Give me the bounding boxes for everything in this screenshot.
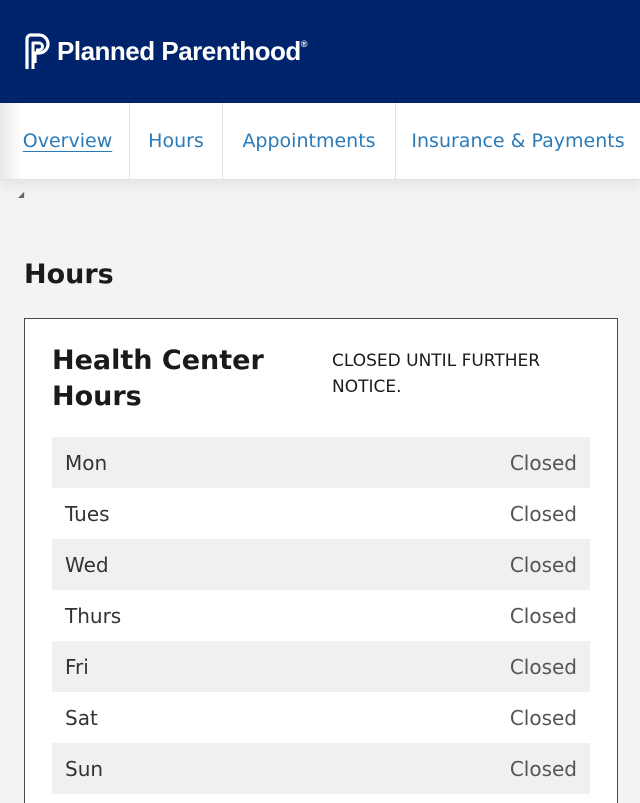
hours-card-header: Health Center Hours CLOSED UNTIL FURTHER… [52,343,590,437]
main-content: Hours Health Center Hours CLOSED UNTIL F… [0,259,640,803]
brand-logo[interactable]: Planned Parenthood® [22,32,307,71]
day-status: Closed [509,603,577,628]
day-status: Closed [509,552,577,577]
hours-card-title: Health Center Hours [52,345,264,412]
table-row: Mon Closed [52,437,590,488]
table-row: Wed Closed [52,539,590,590]
table-row: Fri Closed [52,641,590,692]
day-label: Sat [65,705,98,730]
hours-card: Health Center Hours CLOSED UNTIL FURTHER… [24,318,618,803]
day-status: Closed [509,756,577,781]
day-label: Fri [65,654,89,679]
table-row: Sun Closed [52,743,590,794]
brand-name: Planned Parenthood® [57,36,307,66]
tab-appointments[interactable]: Appointments [223,103,396,179]
table-row: Sat Closed [52,692,590,743]
tab-insurance-payments[interactable]: Insurance & Payments [396,103,640,179]
day-status: Closed [509,654,577,679]
day-label: Mon [65,450,108,475]
table-row: Thurs Closed [52,590,590,641]
tab-overview[interactable]: Overview [0,103,130,179]
hours-table: Mon Closed Tues Closed Wed Closed Thurs … [52,437,590,794]
day-status: Closed [509,450,577,475]
day-label: Tues [65,501,110,526]
day-status: Closed [509,501,577,526]
day-label: Wed [65,552,109,577]
day-label: Sun [65,756,104,781]
day-status: Closed [509,705,577,730]
section-title: Hours [24,259,114,290]
tab-bar: Overview Hours Appointments Insurance & … [0,103,640,199]
day-label: Thurs [65,603,122,628]
scroll-indicator-icon: ◢ [18,190,25,199]
closure-notice: CLOSED UNTIL FURTHER NOTICE. [332,351,541,397]
site-header: Planned Parenthood® [0,0,640,103]
table-row: Tues Closed [52,488,590,539]
planned-parenthood-logo-icon [25,32,50,69]
tab-hours[interactable]: Hours [130,103,223,179]
